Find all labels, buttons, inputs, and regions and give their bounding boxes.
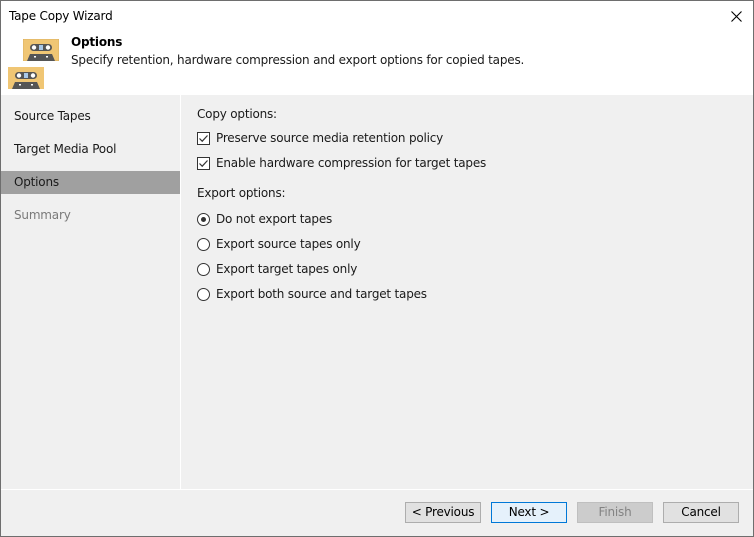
window-title: Tape Copy Wizard — [9, 9, 113, 23]
close-button[interactable] — [719, 1, 753, 31]
radio-selected-dot — [201, 216, 206, 222]
wizard-footer: < Previous Next > Finish Cancel — [1, 490, 753, 536]
title-bar: Tape Copy Wizard — [1, 1, 753, 31]
sidebar-item-summary: Summary — [14, 208, 71, 222]
checkbox-box[interactable] — [197, 156, 210, 170]
checkbox-box[interactable] — [197, 131, 210, 145]
radio-button[interactable] — [197, 287, 210, 301]
radio-button[interactable] — [197, 212, 210, 226]
tape-cassette-icon — [23, 39, 59, 61]
radio-export-source-only[interactable]: Export source tapes only — [197, 237, 361, 251]
checkbox-label: Enable hardware compression for target t… — [216, 156, 487, 170]
previous-button[interactable]: < Previous — [405, 502, 481, 523]
radio-do-not-export[interactable]: Do not export tapes — [197, 212, 332, 226]
sidebar-item-target-media-pool[interactable]: Target Media Pool — [1, 138, 180, 161]
sidebar-item-source-tapes[interactable]: Source Tapes — [1, 105, 180, 128]
step-description: Specify retention, hardware compression … — [71, 53, 525, 67]
checkmark-icon — [199, 134, 208, 142]
radio-label: Do not export tapes — [216, 212, 333, 226]
next-button[interactable]: Next > — [491, 502, 567, 523]
radio-button[interactable] — [197, 262, 210, 276]
sidebar-item-options[interactable]: Options — [1, 171, 180, 194]
finish-button: Finish — [577, 502, 653, 523]
cancel-button[interactable]: Cancel — [663, 502, 739, 523]
tape-cassette-icon — [8, 67, 44, 89]
copy-options-label: Copy options: — [197, 107, 277, 121]
step-title: Options — [71, 35, 123, 49]
preserve-retention-checkbox[interactable]: Preserve source media retention policy — [197, 131, 443, 145]
radio-export-target-only[interactable]: Export target tapes only — [197, 262, 357, 276]
radio-export-both[interactable]: Export both source and target tapes — [197, 287, 427, 301]
radio-label: Export target tapes only — [216, 262, 358, 276]
radio-label: Export source tapes only — [216, 237, 361, 251]
wizard-window: Tape Copy Wizard Options Specify retenti… — [0, 0, 754, 537]
radio-label: Export both source and target tapes — [216, 287, 427, 301]
wizard-header: Options Specify retention, hardware comp… — [1, 31, 753, 95]
export-options-label: Export options: — [197, 186, 286, 200]
hardware-compression-checkbox[interactable]: Enable hardware compression for target t… — [197, 156, 486, 170]
close-icon — [730, 10, 742, 22]
radio-button[interactable] — [197, 237, 210, 251]
checkmark-icon — [199, 159, 208, 167]
options-panel: Copy options: Preserve source media rete… — [181, 95, 753, 489]
checkbox-label: Preserve source media retention policy — [216, 131, 444, 145]
wizard-steps-sidebar: Source Tapes Target Media Pool Options S… — [1, 95, 180, 489]
